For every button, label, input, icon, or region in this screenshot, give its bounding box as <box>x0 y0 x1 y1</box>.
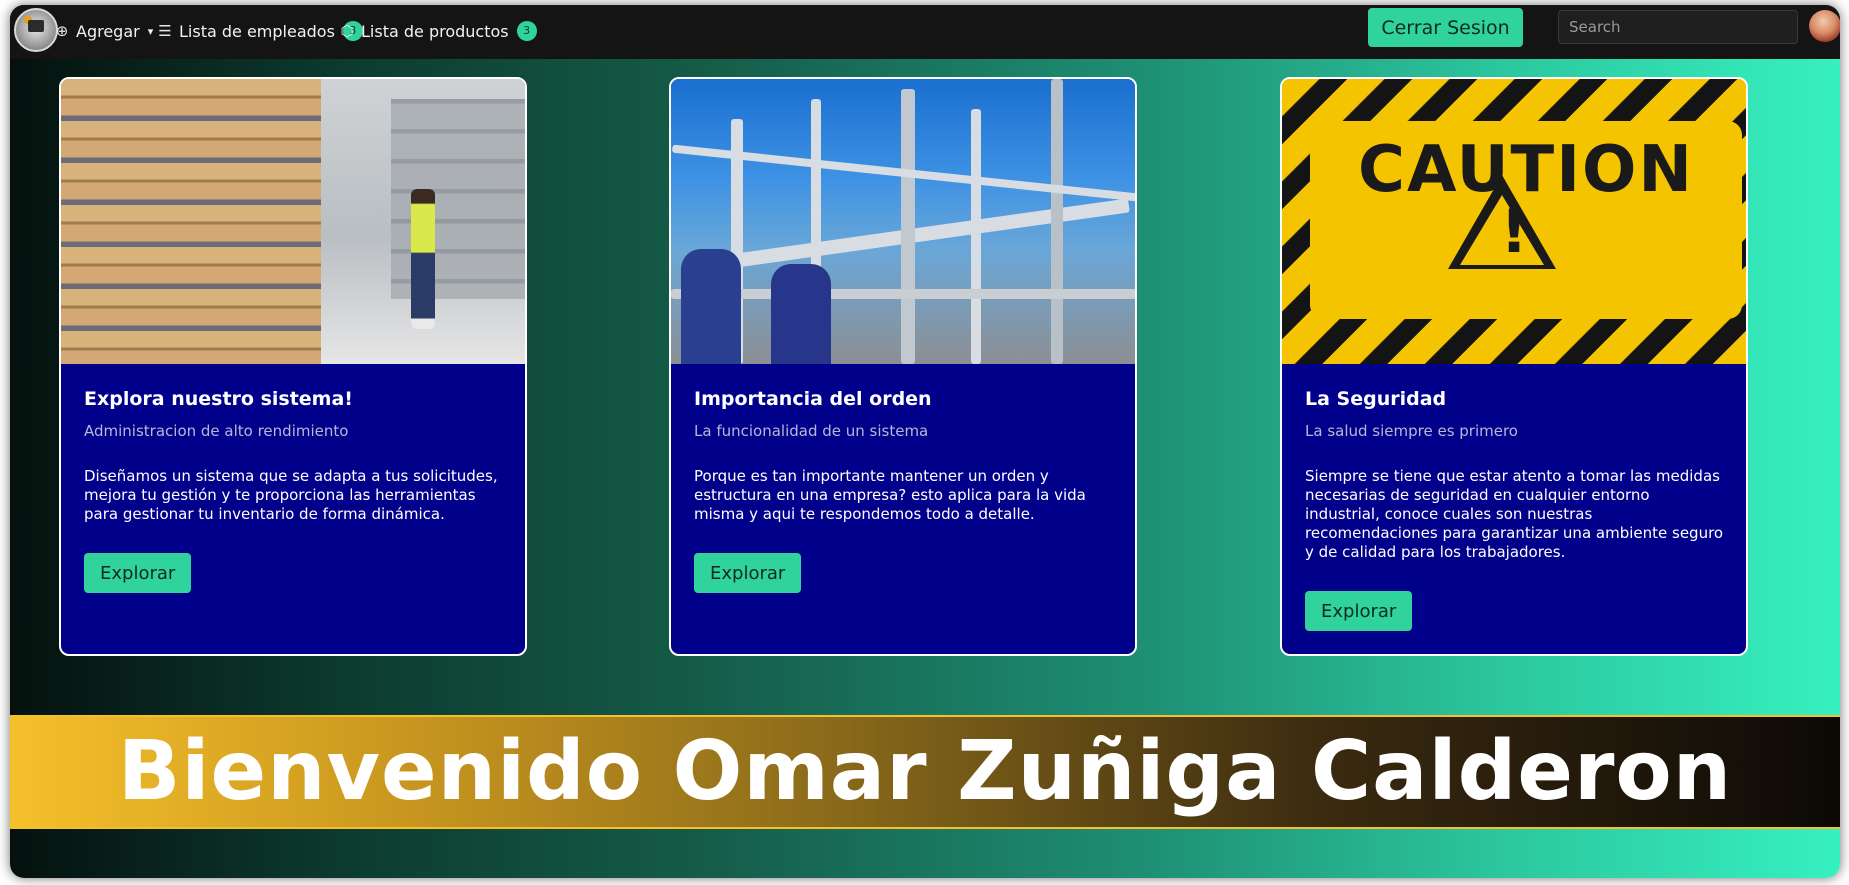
navbar: ⊕ Agregar ▾ ☰ Lista de empleados 3 ⬡ Lis… <box>10 5 1840 59</box>
card-subtitle: La funcionalidad de un sistema <box>694 422 929 440</box>
user-avatar[interactable] <box>1809 10 1840 42</box>
nav-products-label: Lista de productos <box>361 21 509 41</box>
explore-button[interactable]: Explorar <box>694 553 802 593</box>
card-body: Explora nuestro sistema! Administracion … <box>61 364 525 593</box>
card-explore-system: Explora nuestro sistema! Administracion … <box>59 77 527 656</box>
database-icon: ☰ <box>158 22 172 40</box>
plus-circle-icon: ⊕ <box>55 22 69 40</box>
caution-sign-image: CAUTION ! <box>1282 79 1746 364</box>
card-safety: CAUTION ! La Seguridad La salud siempre … <box>1280 77 1748 656</box>
card-body: Importancia del orden La funcionalidad d… <box>671 364 1135 593</box>
nav-employees-label: Lista de empleados <box>179 21 335 41</box>
products-count-badge: 3 <box>516 21 537 41</box>
logout-button[interactable]: Cerrar Sesion <box>1368 8 1523 47</box>
nav-add-dropdown[interactable]: ⊕ Agregar ▾ <box>54 18 154 44</box>
explore-button[interactable]: Explorar <box>84 553 192 593</box>
logo-camera-icon <box>28 20 44 32</box>
card-title: Explora nuestro sistema! <box>84 388 353 410</box>
worker-figure <box>411 189 435 329</box>
card-text: Porque es tan importante mantener un ord… <box>694 467 1086 523</box>
card-subtitle: Administracion de alto rendimiento <box>84 422 349 440</box>
search-input[interactable] <box>1558 10 1798 44</box>
nav-employees-link[interactable]: ☰ Lista de empleados 3 <box>157 18 363 44</box>
card-title: La Seguridad <box>1305 388 1447 410</box>
card-subtitle: La salud siempre es primero <box>1305 422 1518 440</box>
card-body: La Seguridad La salud siempre es primero… <box>1282 364 1746 631</box>
card-importance-order: Importancia del orden La funcionalidad d… <box>669 77 1137 656</box>
box-icon: ⬡ <box>340 22 354 40</box>
brand-logo[interactable] <box>14 8 58 52</box>
welcome-banner: Bienvenido Omar Zuñiga Calderon <box>10 715 1840 829</box>
app-frame: ⊕ Agregar ▾ ☰ Lista de empleados 3 ⬡ Lis… <box>10 5 1840 878</box>
welcome-heading: Bienvenido Omar Zuñiga Calderon <box>117 724 1733 819</box>
nav-products-link[interactable]: ⬡ Lista de productos 3 <box>339 18 537 44</box>
engineer-figure <box>771 264 831 364</box>
card-title: Importancia del orden <box>694 388 932 410</box>
industrial-plant-image <box>671 79 1135 364</box>
warehouse-image <box>61 79 525 364</box>
card-text: Siempre se tiene que estar atento a toma… <box>1305 467 1724 561</box>
exclamation-icon: ! <box>1500 197 1528 267</box>
card-text: Diseñamos un sistema que se adapta a tus… <box>84 467 498 523</box>
explore-button[interactable]: Explorar <box>1305 591 1413 631</box>
engineer-figure <box>681 249 741 364</box>
nav-add-label: Agregar <box>76 21 140 41</box>
chevron-down-icon: ▾ <box>147 24 154 38</box>
